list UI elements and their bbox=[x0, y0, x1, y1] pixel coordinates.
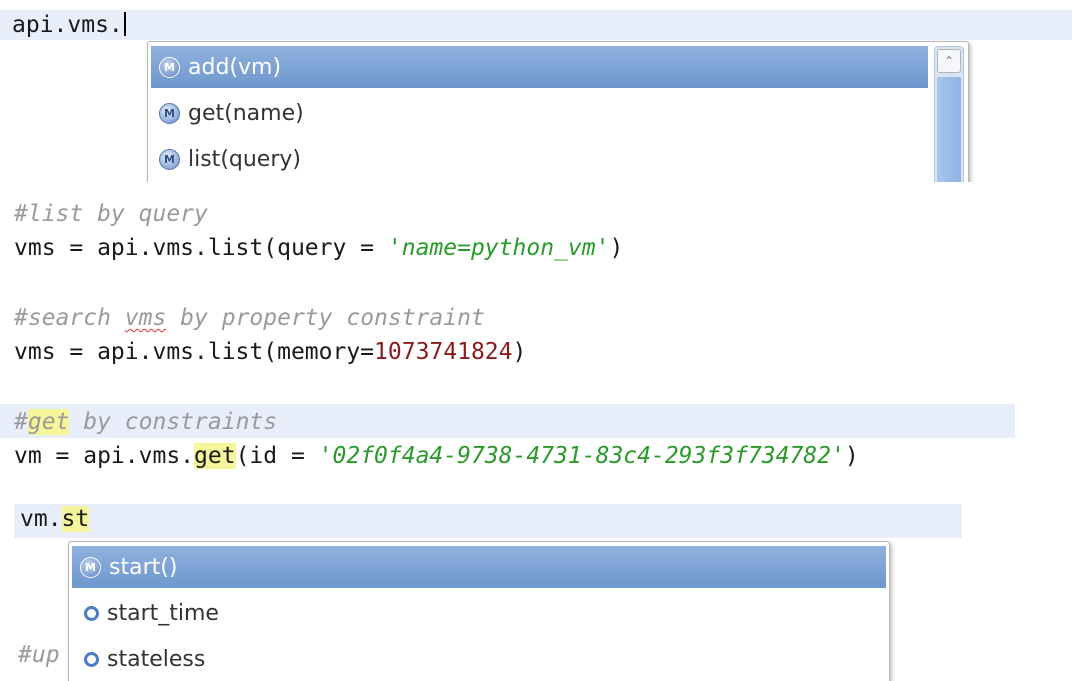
occurrence-highlight: get bbox=[194, 443, 236, 469]
number-literal: 1073741824 bbox=[374, 339, 513, 365]
field-icon bbox=[84, 605, 99, 621]
code-line[interactable]: #search vms by property constraint bbox=[14, 302, 485, 334]
code-line[interactable]: vm = api.vms.get(id = '02f0f4a4-9738-473… bbox=[14, 440, 859, 472]
comment-text: #search bbox=[14, 305, 125, 331]
completion-label: get(name) bbox=[188, 100, 304, 126]
comment-text: by constraints bbox=[69, 409, 278, 435]
comment-text: # bbox=[14, 409, 28, 435]
completion-item-start[interactable]: M start() bbox=[72, 546, 886, 588]
code-text: ) bbox=[609, 235, 624, 261]
completion-item-list[interactable]: M list(query) bbox=[151, 138, 301, 180]
current-line[interactable]: api.vms. bbox=[0, 10, 1072, 40]
method-icon: M bbox=[159, 56, 180, 78]
code-text: ) bbox=[844, 443, 859, 469]
editor-panel-vm-completion: vm.st #upce M start() start_time statele… bbox=[0, 496, 1078, 681]
autocomplete-popup[interactable]: M start() start_time stateless bbox=[68, 541, 890, 681]
code-line[interactable]: api.vms. bbox=[12, 12, 126, 38]
completion-item-stateless[interactable]: stateless bbox=[72, 638, 205, 680]
code-text: vms = api.vms.list(memory= bbox=[14, 339, 375, 365]
code-text: vms = api.vms.list(query = bbox=[14, 235, 388, 261]
comment-text: #list by query bbox=[14, 201, 208, 227]
completion-item-add[interactable]: M add(vm) bbox=[151, 46, 928, 88]
method-icon: M bbox=[159, 148, 180, 170]
scrollbar-thumb[interactable] bbox=[937, 77, 961, 182]
completion-label: list(query) bbox=[188, 146, 301, 172]
code-text: vm = api.vms. bbox=[14, 443, 195, 469]
method-icon: M bbox=[159, 102, 180, 124]
editor-panel-vms-completion: api.vms. M add(vm) M get(name) M list(qu… bbox=[0, 0, 1078, 182]
scroll-up-button[interactable]: ⌃ bbox=[937, 49, 961, 73]
comment-text: by property constraint bbox=[166, 305, 485, 331]
spelling-error-word[interactable]: vms bbox=[125, 305, 167, 331]
chevron-up-icon: ⌃ bbox=[943, 54, 955, 68]
code-text: vm. bbox=[20, 506, 62, 532]
code-text: (id = bbox=[235, 443, 319, 469]
autocomplete-popup[interactable]: M add(vm) M get(name) M list(query) ⌃ bbox=[147, 41, 969, 182]
string-literal: '02f0f4a4-9738-4731-83c4-293f3f734782' bbox=[318, 443, 845, 469]
completion-label: stateless bbox=[107, 646, 206, 672]
completion-label: start() bbox=[109, 554, 178, 580]
code-text: ) bbox=[512, 339, 527, 365]
popup-scrollbar[interactable]: ⌃ bbox=[934, 46, 964, 182]
completion-label: add(vm) bbox=[188, 54, 282, 80]
code-text: api.vms. bbox=[12, 12, 123, 38]
code-line[interactable]: #get by constraints bbox=[14, 406, 277, 438]
occurrence-highlight: get bbox=[27, 409, 70, 435]
completion-label: start_time bbox=[107, 600, 219, 626]
completion-item-start-time[interactable]: start_time bbox=[72, 592, 219, 634]
editor-panel-code: #list by query vms = api.vms.list(query … bbox=[0, 190, 1078, 482]
method-icon: M bbox=[80, 556, 101, 578]
comment-text: #up bbox=[18, 642, 60, 668]
code-line[interactable]: vms = api.vms.list(query = 'name=python_… bbox=[14, 232, 623, 264]
code-line[interactable]: vms = api.vms.list(memory=1073741824) bbox=[14, 336, 526, 368]
typed-prefix: st bbox=[61, 506, 90, 532]
field-icon bbox=[84, 651, 99, 667]
code-line[interactable]: #list by query bbox=[14, 198, 208, 230]
completion-item-get[interactable]: M get(name) bbox=[151, 92, 304, 134]
text-caret bbox=[123, 12, 126, 36]
string-literal: 'name=python_vm' bbox=[387, 235, 610, 261]
current-line[interactable]: vm.st bbox=[14, 504, 962, 538]
